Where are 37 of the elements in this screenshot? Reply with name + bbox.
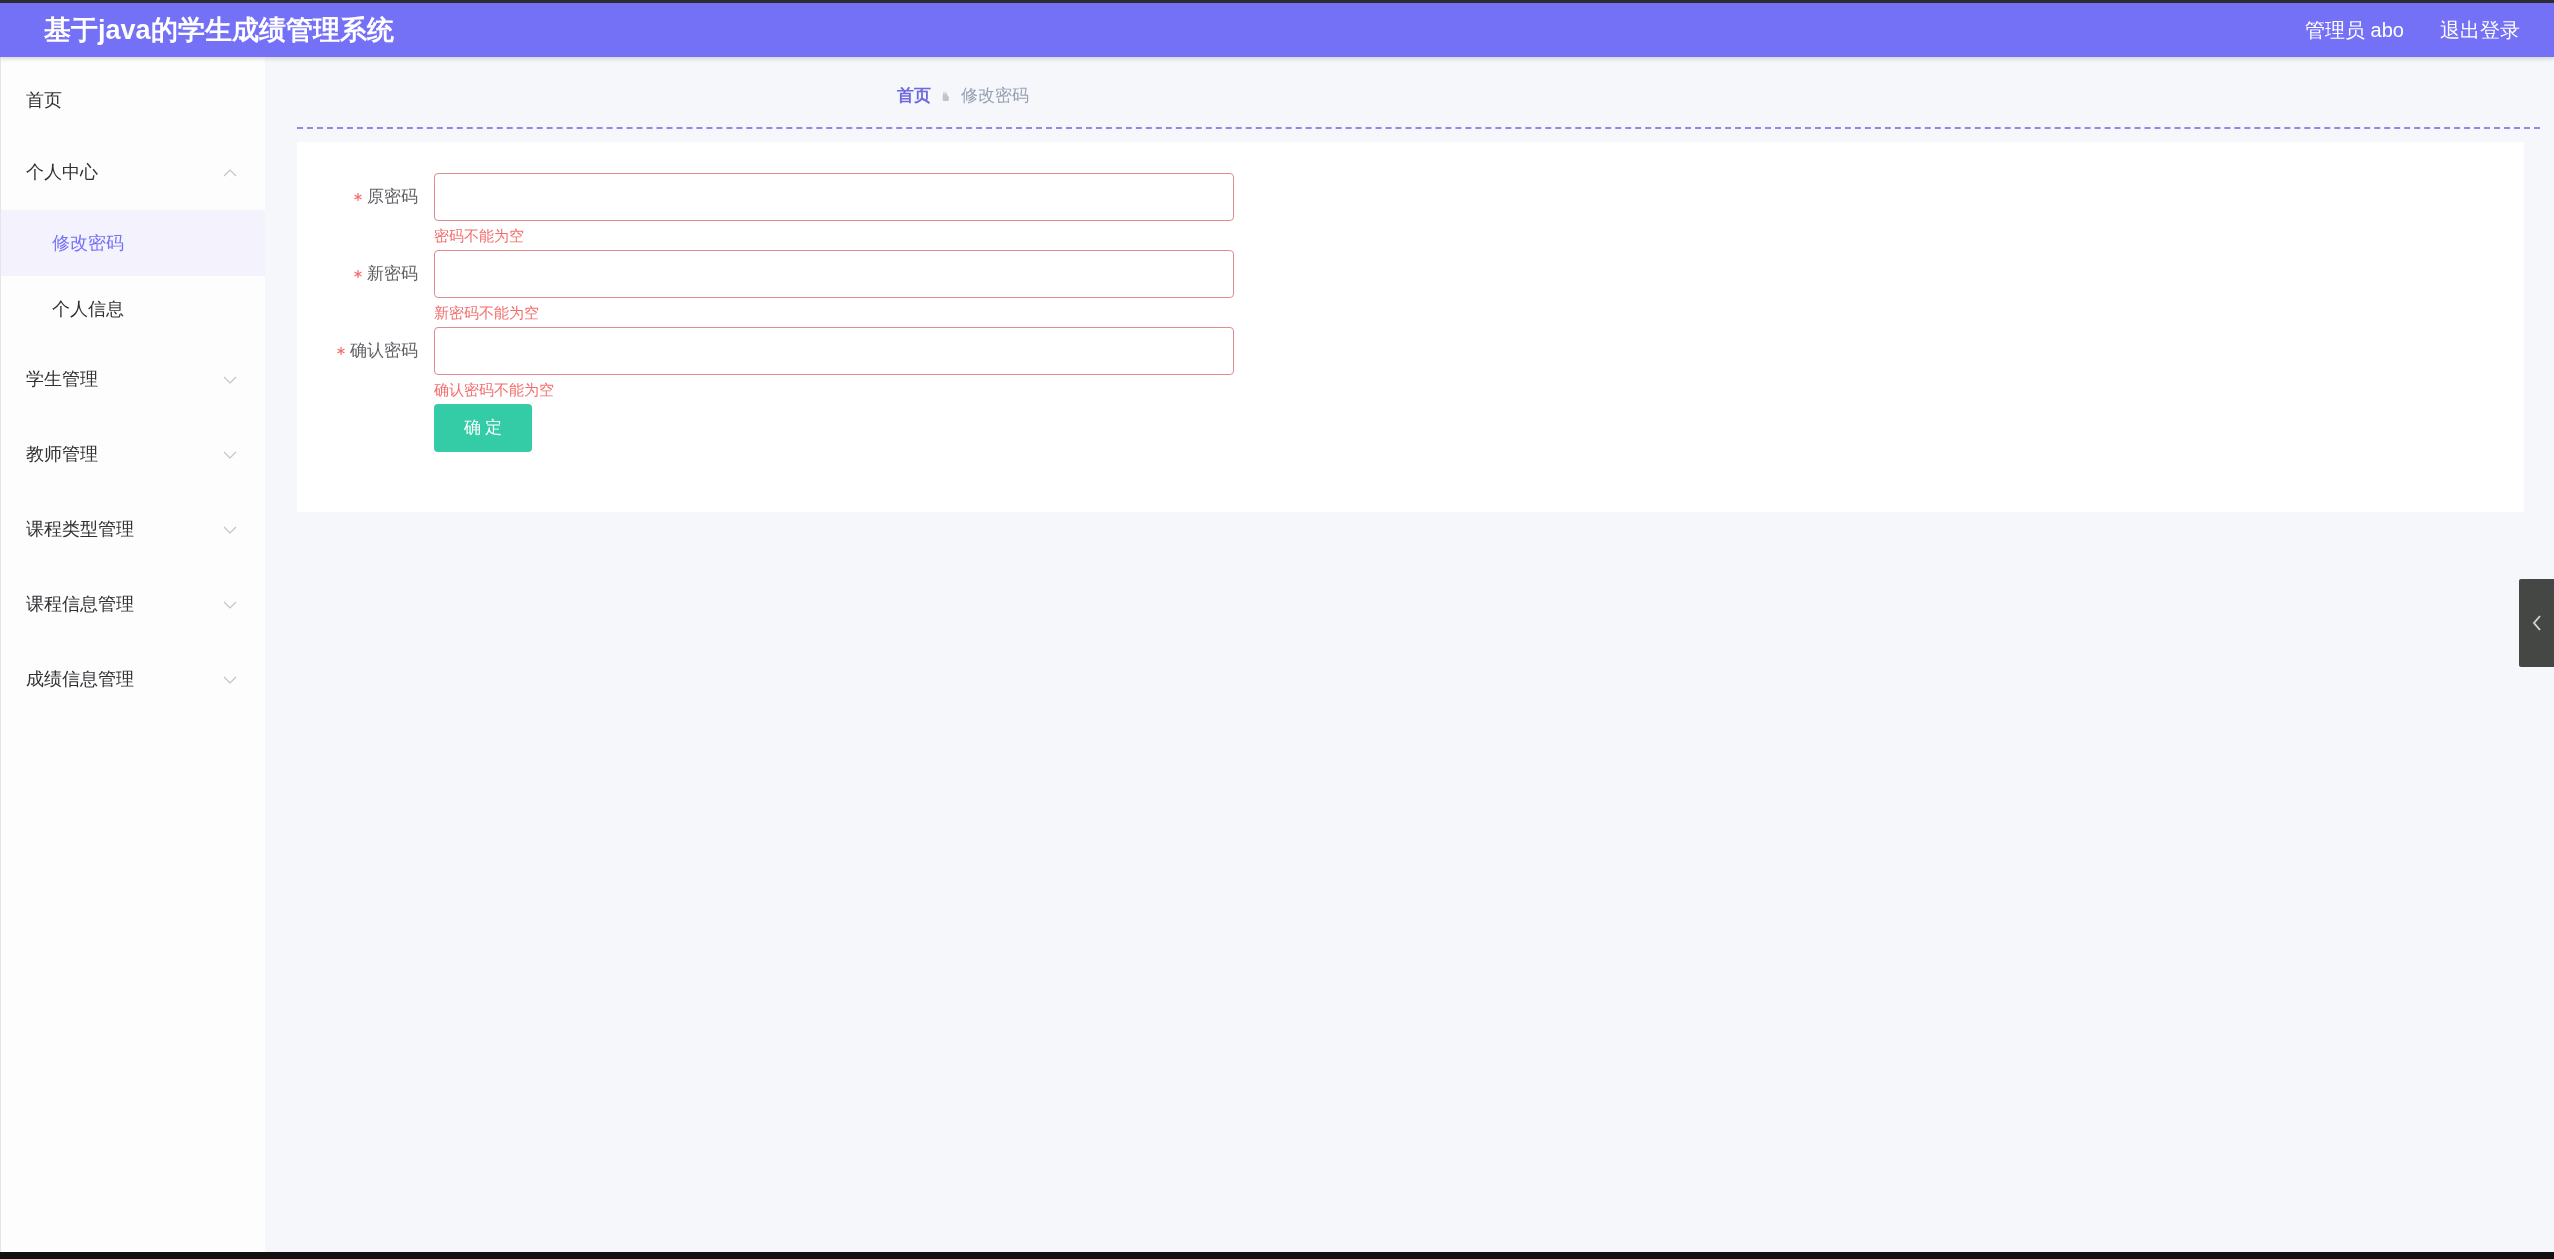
chevron-down-icon <box>223 450 237 459</box>
sidebar-group[interactable]: 学生管理 <box>1 342 265 417</box>
error-message: 密码不能为空 <box>434 226 525 246</box>
submenu-item[interactable]: 个人信息 <box>1 276 265 342</box>
chevron-down-icon <box>223 525 237 534</box>
password-field[interactable] <box>434 250 1234 298</box>
group-label: 课程类型管理 <box>26 518 134 541</box>
chevron-down-icon <box>223 675 237 684</box>
group-label: 成绩信息管理 <box>26 668 134 691</box>
chevron-down-icon <box>223 375 237 384</box>
password-field[interactable] <box>434 173 1234 221</box>
chevron-down-icon <box>223 600 237 609</box>
password-field[interactable] <box>434 327 1234 375</box>
group-label: 教师管理 <box>26 443 98 466</box>
field-label: 原密码 <box>367 186 418 209</box>
sidebar-group[interactable]: 成绩信息管理 <box>1 642 265 717</box>
group-label: 学生管理 <box>26 368 98 391</box>
error-message: 新密码不能为空 <box>434 303 540 323</box>
separator-icon <box>941 90 951 102</box>
breadcrumb-item[interactable]: 首页 <box>897 83 931 109</box>
field-label: 新密码 <box>367 263 418 286</box>
submenu-item[interactable]: 修改密码 <box>1 210 265 276</box>
group-label: 课程信息管理 <box>26 593 134 616</box>
sidebar-group[interactable]: 教师管理 <box>1 417 265 492</box>
sidebar-group[interactable]: 课程信息管理 <box>1 567 265 642</box>
error-message: 确认密码不能为空 <box>434 380 555 400</box>
group-label: 个人中心 <box>26 161 98 184</box>
sidebar-group[interactable]: 个人中心 <box>1 135 265 210</box>
field-label: 确认密码 <box>350 340 418 363</box>
chevron-left-icon <box>2531 614 2542 632</box>
sidebar-group[interactable]: 课程类型管理 <box>1 492 265 567</box>
user-label: 管理员 abo <box>2305 18 2404 43</box>
collapse-handle[interactable] <box>2519 579 2554 667</box>
app-title: 基于java的学生成绩管理系统 <box>44 13 394 47</box>
sidebar-item[interactable]: 首页 <box>1 65 265 135</box>
chevron-up-icon <box>223 168 237 177</box>
logout-link[interactable]: 退出登录 <box>2440 15 2520 45</box>
